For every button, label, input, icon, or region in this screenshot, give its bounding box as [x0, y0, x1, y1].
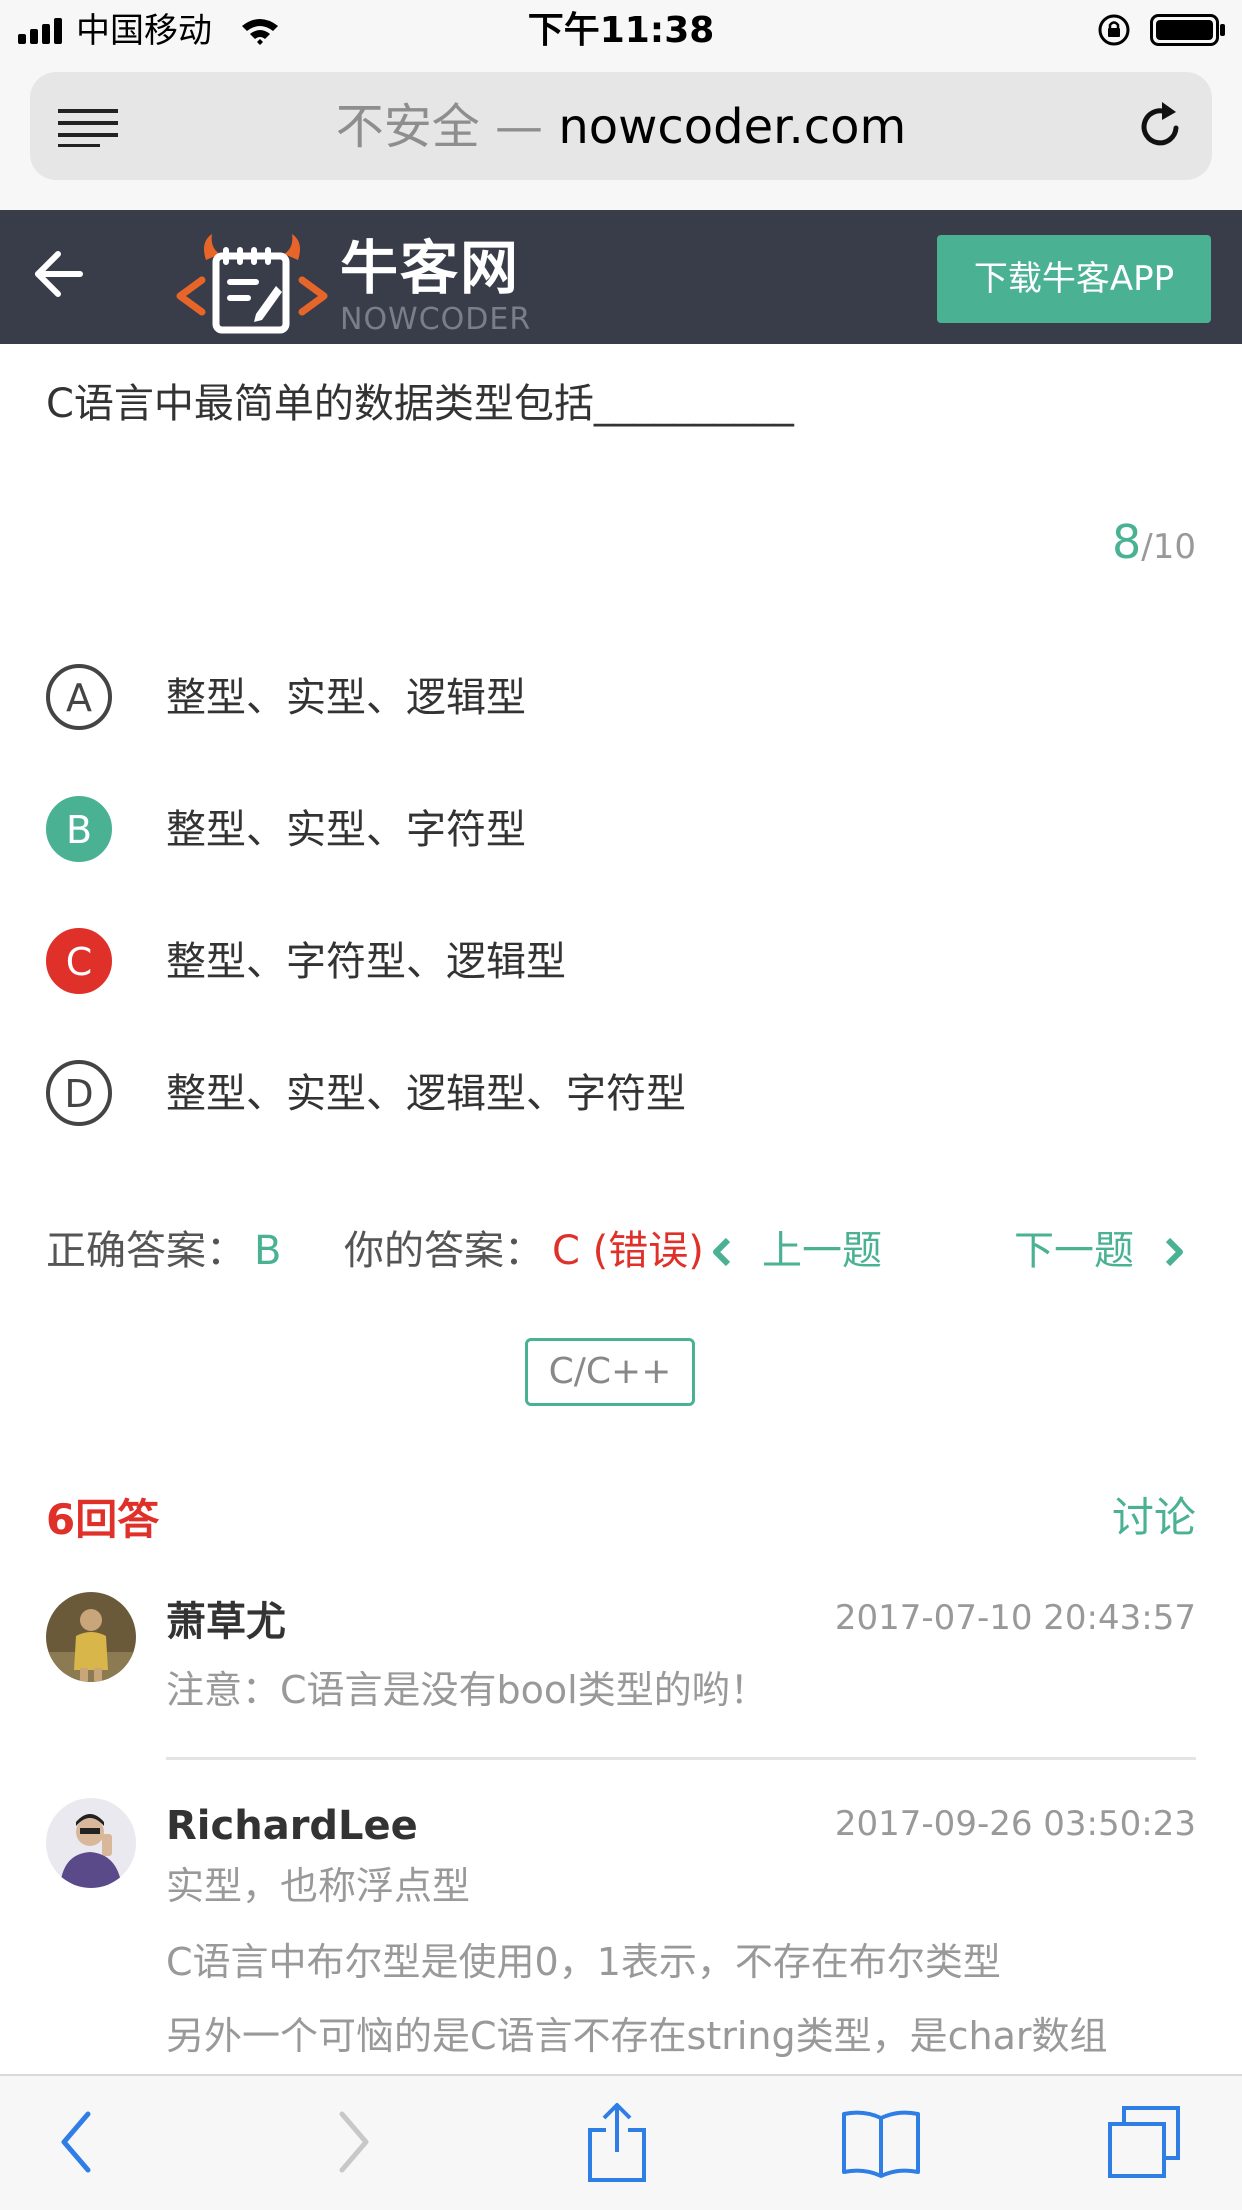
option-c[interactable]: C 整型、字符型、逻辑型: [46, 924, 1196, 1004]
comment-text: 注意：C语言是没有bool类型的哟！: [166, 1668, 768, 1712]
insecure-label: 不安全 —: [335, 99, 544, 155]
domain-label: nowcoder.com: [558, 99, 907, 155]
next-question-label: 下一题: [1014, 1228, 1134, 1274]
option-text: 整型、实型、逻辑型: [166, 675, 526, 721]
back-icon[interactable]: [56, 2102, 96, 2182]
comment-author[interactable]: 萧草尤: [166, 1592, 286, 1652]
answer-row: 正确答案： B 你的答案： C (错误) 上一题 下一题: [46, 1216, 1196, 1286]
correct-answer-label: 正确答案：: [46, 1228, 246, 1274]
download-app-button[interactable]: 下载牛客APP: [937, 235, 1211, 323]
chevron-left-icon: [713, 1238, 731, 1266]
topic-tag[interactable]: C/C++: [525, 1338, 695, 1406]
option-text: 整型、实型、字符型: [166, 807, 526, 853]
avatar[interactable]: [46, 1798, 136, 1888]
rotation-lock-icon: [1098, 14, 1130, 46]
question-progress: 8/10: [1112, 510, 1196, 585]
comment-divider: [166, 1757, 1196, 1760]
reload-icon[interactable]: [1138, 100, 1184, 152]
option-b[interactable]: B 整型、实型、字符型: [46, 792, 1196, 872]
option-letter-wrong: C: [46, 928, 112, 994]
option-text: 整型、字符型、逻辑型: [166, 939, 566, 985]
comment-text: 实型，也称浮点型: [166, 1864, 471, 1908]
your-answer-value: C (错误): [552, 1228, 704, 1274]
logo-text-en: NOWCODER: [340, 302, 532, 337]
prev-question-link[interactable]: 上一题: [710, 1216, 1000, 1286]
comment-time: 2017-07-10 20:43:57: [834, 1598, 1196, 1638]
option-a[interactable]: A 整型、实型、逻辑型: [46, 660, 1196, 740]
option-letter-correct: B: [46, 796, 112, 862]
nowcoder-logo-icon: [176, 234, 328, 334]
back-arrow-icon[interactable]: [32, 250, 84, 298]
option-d[interactable]: D 整型、实型、逻辑型、字符型: [46, 1056, 1196, 1136]
share-icon[interactable]: [584, 2102, 650, 2182]
next-question-link[interactable]: 下一题: [1014, 1216, 1196, 1286]
question-text: C语言中最简单的数据类型包括__________: [46, 381, 794, 427]
address-text[interactable]: 不安全 — nowcoder.com: [0, 92, 1242, 162]
option-letter: A: [46, 664, 112, 730]
logo-text-cn: 牛客网: [340, 234, 521, 302]
prev-question-label: 上一题: [762, 1228, 882, 1274]
discuss-link[interactable]: 讨论: [1112, 1486, 1196, 1550]
tabs-icon[interactable]: [1104, 2102, 1184, 2182]
bookmarks-icon[interactable]: [838, 2102, 924, 2182]
comment-text: C语言中布尔型是使用0，1表示，不存在布尔类型: [166, 1940, 1001, 1984]
avatar[interactable]: [46, 1592, 136, 1682]
user-photo-icon: [46, 1592, 136, 1682]
your-answer-label: 你的答案：: [344, 1228, 544, 1274]
option-letter: D: [46, 1060, 112, 1126]
option-text: 整型、实型、逻辑型、字符型: [166, 1071, 686, 1117]
answers-count: 6回答: [46, 1495, 160, 1544]
progress-current: 8: [1112, 515, 1142, 569]
comment-text: 另外一个可恼的是C语言不存在string类型，是char数组: [166, 2014, 1108, 2058]
battery-icon: [1150, 14, 1225, 46]
progress-total: /10: [1141, 527, 1196, 567]
correct-answer-value: B: [254, 1228, 282, 1274]
comment-time: 2017-09-26 03:50:23: [834, 1804, 1196, 1844]
comment-author[interactable]: RichardLee: [166, 1796, 418, 1856]
forward-icon[interactable]: [334, 2102, 374, 2182]
user-photo-icon: [46, 1798, 136, 1888]
status-time: 下午11:38: [527, 10, 715, 51]
chevron-right-icon: [1165, 1238, 1183, 1266]
